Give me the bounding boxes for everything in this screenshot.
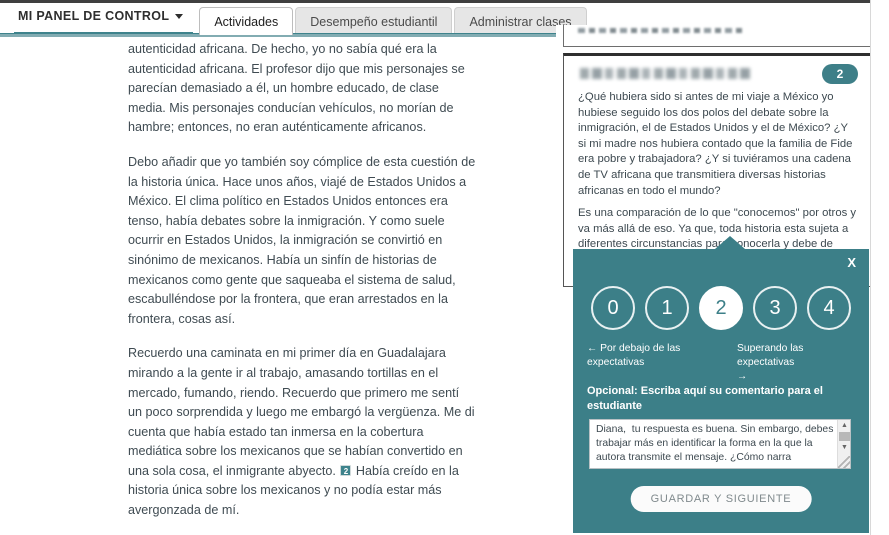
- scale-high-text: Superando las expectativas: [737, 343, 804, 368]
- previous-response-card-clipped[interactable]: [563, 25, 873, 47]
- reading-pane: autenticidad africana. De hecho, yo no s…: [0, 38, 556, 535]
- rating-scale-labels: ← Por debajo de las expectativas Superan…: [587, 342, 855, 384]
- comment-input[interactable]: Diana, tu respuesta es buena. Sin embarg…: [589, 419, 851, 469]
- save-and-next-button[interactable]: GUARDAR Y SIGUIENTE: [630, 486, 812, 512]
- chevron-down-icon: [175, 14, 184, 19]
- tab-desempeno-estudiantil-label: Desempeño estudiantil: [310, 14, 438, 29]
- annotation-ref-badge-2[interactable]: 2: [340, 464, 352, 476]
- caret-up-icon[interactable]: ▲: [838, 420, 851, 431]
- tab-actividades[interactable]: Actividades: [199, 7, 294, 35]
- arrow-right-icon: →: [737, 371, 748, 382]
- rating-option-1[interactable]: 1: [645, 286, 689, 330]
- reader-paragraph-text-before: Recuerdo una caminata en mi primer día e…: [128, 346, 475, 478]
- rating-scale: 0 1 2 3 4: [573, 286, 869, 330]
- popup-pointer-arrow: [715, 236, 745, 249]
- app-root: MI PANEL DE CONTROL Actividades Desempeñ…: [0, 0, 889, 535]
- redacted-student-name: [580, 68, 752, 79]
- reader-paragraph: Debo añadir que yo también soy cómplice …: [128, 153, 476, 329]
- scrollbar-thumb[interactable]: [839, 432, 850, 441]
- tab-actividades-label: Actividades: [214, 14, 279, 29]
- scale-low-label: ← Por debajo de las expectativas: [587, 342, 705, 370]
- tab-list: Actividades Desempeño estudiantil Admini…: [199, 7, 588, 35]
- dashboard-menu-label: MI PANEL DE CONTROL: [18, 8, 170, 23]
- redacted-text-line: [578, 28, 746, 33]
- resize-grip-icon[interactable]: [838, 456, 850, 468]
- caret-down-icon[interactable]: ▼: [838, 442, 851, 453]
- rating-option-0[interactable]: 0: [591, 286, 635, 330]
- page-scrollbar-track[interactable]: [870, 0, 880, 535]
- reader-paragraph: autenticidad africana. De hecho, yo no s…: [128, 40, 476, 138]
- tab-desempeno-estudiantil[interactable]: Desempeño estudiantil: [295, 7, 453, 35]
- scale-high-label: Superando las expectativas →: [737, 342, 855, 384]
- page-right-margin: [880, 0, 889, 535]
- reader-paragraph-text: autenticidad africana. De hecho, yo no s…: [128, 42, 465, 135]
- reading-pane-content: autenticidad africana. De hecho, yo no s…: [0, 40, 556, 535]
- reader-paragraph-text: Debo añadir que yo también soy cómplice …: [128, 154, 476, 326]
- comment-field-wrapper: Diana, tu respuesta es buena. Sin embarg…: [589, 419, 851, 469]
- rating-option-3[interactable]: 3: [753, 286, 797, 330]
- student-response-paragraph: ¿Qué hubiera sido si antes de mi viaje a…: [578, 91, 853, 197]
- dashboard-menu-button[interactable]: MI PANEL DE CONTROL: [14, 3, 194, 35]
- arrow-left-icon: ←: [587, 343, 598, 354]
- scale-low-text: Por debajo de las expectativas: [587, 343, 681, 368]
- rating-option-4[interactable]: 4: [807, 286, 851, 330]
- comment-field-label: Opcional: Escriba aquí su comentario par…: [587, 385, 823, 412]
- close-icon[interactable]: X: [847, 256, 856, 269]
- grading-popup: X 0 1 2 3 4 ← Por debajo de las expectat…: [573, 236, 869, 533]
- response-pane: 2 ¿Qué hubiera sido si antes de mi viaje…: [556, 25, 889, 535]
- reader-paragraph: Recuerdo una caminata en mi primer día e…: [128, 344, 476, 520]
- score-badge[interactable]: 2: [822, 64, 858, 84]
- student-response-header: 2: [564, 56, 872, 90]
- rating-option-2[interactable]: 2: [699, 286, 743, 330]
